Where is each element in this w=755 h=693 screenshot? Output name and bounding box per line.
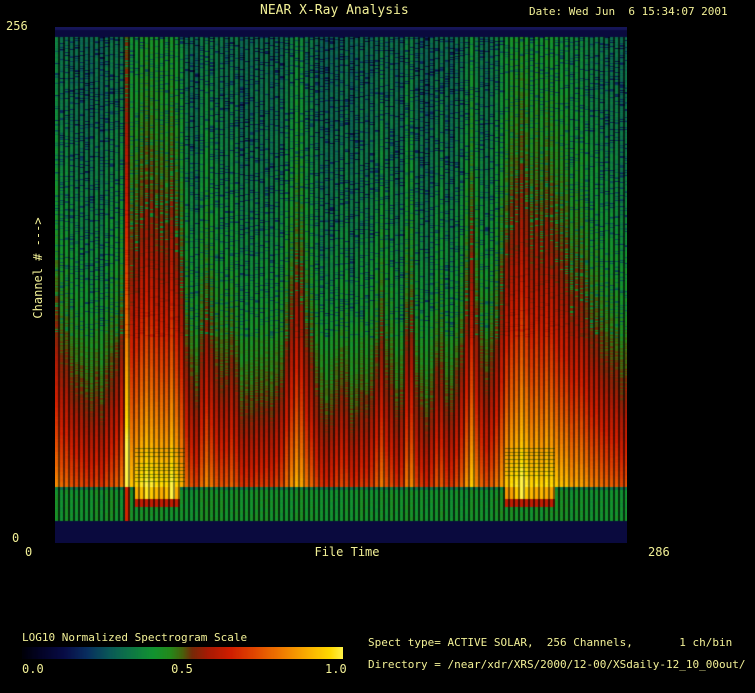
y-axis-label: Channel # --->: [31, 217, 45, 318]
spect-type-label: Spect type= ACTIVE SOLAR, 256 Channels, …: [368, 636, 732, 649]
page-title: NEAR X-Ray Analysis: [260, 3, 409, 18]
near-xray-analysis-window: NEAR X-Ray Analysis Date: Wed Jun 6 15:3…: [0, 0, 755, 693]
colorbar-tick-mid: 0.5: [171, 662, 193, 676]
x-axis-min-tick: 0: [25, 545, 32, 559]
spectrogram-canvas: [55, 27, 627, 543]
colorbar-gradient: [22, 647, 343, 659]
date-label: Date: Wed Jun 6 15:34:07 2001: [529, 5, 728, 18]
colorbar-tick-min: 0.0: [22, 662, 44, 676]
colorbar-tick-max: 1.0: [325, 662, 347, 676]
x-axis-max-tick: 286: [648, 545, 670, 559]
y-axis-min-tick: 0: [12, 531, 19, 545]
y-axis-max-tick: 256: [6, 19, 28, 33]
directory-label: Directory = /near/xdr/XRS/2000/12-00/XSd…: [368, 658, 746, 671]
x-axis-label: File Time: [314, 545, 379, 559]
colorbar-label: LOG10 Normalized Spectrogram Scale: [22, 631, 247, 644]
